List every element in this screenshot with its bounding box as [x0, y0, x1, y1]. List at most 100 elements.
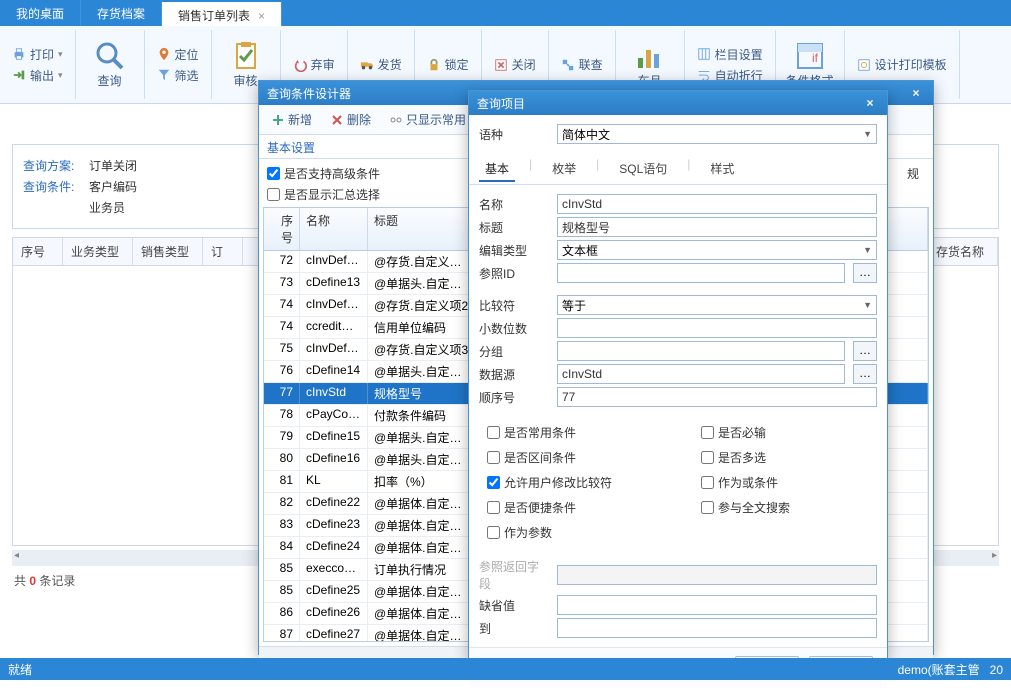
compare-label: 比较符 — [479, 297, 549, 314]
tab-desktop[interactable]: 我的桌面 — [0, 0, 81, 26]
cond-label: 查询条件: — [23, 178, 81, 195]
rule-truncated-label: 规 — [907, 165, 925, 182]
close-button[interactable]: 关闭 — [488, 54, 542, 75]
group-browse-button[interactable]: … — [853, 341, 877, 361]
datasource-browse-button[interactable]: … — [853, 364, 877, 384]
magnifier-icon — [94, 40, 126, 72]
lock-icon — [427, 58, 441, 72]
tab-sales-order-list[interactable]: 销售订单列表× — [162, 0, 282, 26]
advanced-condition-checkbox[interactable] — [267, 167, 280, 180]
tab-basic[interactable]: 基本 — [479, 157, 515, 182]
query-button[interactable]: 查询 — [82, 40, 138, 89]
tab-sql[interactable]: SQL语句 — [613, 157, 673, 182]
decimal-field[interactable] — [557, 318, 877, 338]
tab-style[interactable]: 样式 — [704, 157, 740, 182]
link-icon — [561, 58, 575, 72]
scheme-label: 查询方案: — [23, 157, 81, 174]
col-name[interactable]: 名称 — [300, 208, 368, 250]
to-label: 到 — [479, 620, 549, 637]
common-condition-checkbox[interactable] — [487, 426, 500, 439]
required-checkbox[interactable] — [701, 426, 714, 439]
refid-browse-button[interactable]: … — [853, 263, 877, 283]
print-button[interactable]: 打印▾ — [6, 44, 69, 65]
allow-compare-modify-checkbox[interactable] — [487, 476, 500, 489]
sequence-field[interactable] — [557, 387, 877, 407]
tab-enum[interactable]: 枚举 — [546, 157, 582, 182]
lock-button[interactable]: 锁定 — [421, 54, 475, 75]
fulltext-search-checkbox[interactable] — [701, 501, 714, 514]
plus-icon — [271, 113, 285, 127]
delete-button[interactable]: 删除 — [324, 109, 377, 130]
printer-icon — [12, 47, 26, 61]
show-summary-checkbox[interactable] — [267, 188, 280, 201]
abandon-button[interactable]: 弃审 — [287, 54, 341, 75]
link-query-button[interactable]: 联查 — [555, 54, 609, 75]
status-ready: 就绪 — [8, 661, 32, 678]
design-print-template-button[interactable]: 设计打印模板 — [851, 54, 953, 75]
status-bar: 就绪 demo(账套主管 20 — [0, 658, 1011, 680]
tab-inventory[interactable]: 存货档案 — [81, 0, 162, 26]
output-button[interactable]: 输出▾ — [6, 65, 69, 86]
x-icon — [330, 113, 344, 127]
default-value-label: 缺省值 — [479, 597, 549, 614]
top-tab-bar: 我的桌面 存货档案 销售订单列表× — [0, 0, 1011, 26]
status-user: demo(账套主管 — [898, 663, 980, 677]
close-icon[interactable]: × — [907, 86, 925, 100]
scheme-value[interactable]: 订单关闭 — [89, 157, 159, 174]
export-icon — [12, 68, 26, 82]
group-label: 分组 — [479, 343, 549, 360]
column-settings-button[interactable]: 栏目设置 — [691, 44, 769, 65]
to-field[interactable] — [557, 618, 877, 638]
name-label: 名称 — [479, 196, 549, 213]
or-condition-checkbox[interactable] — [701, 476, 714, 489]
cond-format-icon: if — [794, 40, 826, 72]
language-select[interactable]: 简体中文▼ — [557, 124, 877, 144]
decimal-label: 小数位数 — [479, 320, 549, 337]
close-icon[interactable]: × — [861, 96, 879, 110]
chevron-down-icon: ▼ — [863, 300, 872, 310]
title-field[interactable] — [557, 217, 877, 237]
template-icon — [857, 58, 871, 72]
clipboard-icon — [230, 40, 262, 72]
group-field[interactable] — [557, 341, 845, 361]
close-icon[interactable]: × — [258, 9, 265, 23]
filter-icon — [389, 113, 403, 127]
ref-return-field — [557, 565, 877, 585]
funnel-icon — [157, 68, 171, 82]
chevron-down-icon: ▼ — [863, 245, 872, 255]
chevron-down-icon: ▼ — [863, 129, 872, 139]
cond-value[interactable]: 客户编码 — [89, 178, 159, 195]
default-value-field[interactable] — [557, 595, 877, 615]
refid-label: 参照ID — [479, 265, 549, 282]
show-common-button[interactable]: 只显示常用 — [383, 109, 472, 130]
title-label: 标题 — [479, 219, 549, 236]
bg-th-idx[interactable]: 序号 — [13, 238, 63, 265]
refid-field[interactable] — [557, 263, 845, 283]
locate-icon — [157, 47, 171, 61]
salesperson-value[interactable]: 业务员 — [89, 199, 159, 216]
item-titlebar[interactable]: 查询项目 × — [469, 91, 887, 115]
bg-th-order[interactable]: 订 — [203, 238, 243, 265]
bg-th-invname[interactable]: 存货名称 — [928, 238, 998, 265]
name-field[interactable] — [557, 194, 877, 214]
new-button[interactable]: 新增 — [265, 109, 318, 130]
bg-th-biztype[interactable]: 业务类型 — [63, 238, 133, 265]
bg-th-saletype[interactable]: 销售类型 — [133, 238, 203, 265]
datasource-field[interactable] — [557, 364, 845, 384]
range-condition-checkbox[interactable] — [487, 451, 500, 464]
ship-button[interactable]: 发货 — [354, 54, 408, 75]
item-title: 查询项目 — [477, 95, 525, 112]
query-item-dialog: 查询项目 × 语种 简体中文▼ 基本 | 枚举 | SQL语句 | 样式 名称 … — [468, 90, 888, 660]
compare-select[interactable]: 等于▼ — [557, 295, 877, 315]
filter-button[interactable]: 筛选 — [151, 65, 205, 86]
designer-title: 查询条件设计器 — [267, 85, 351, 102]
col-idx[interactable]: 序号 — [264, 208, 300, 250]
shortcut-condition-checkbox[interactable] — [487, 501, 500, 514]
as-param-checkbox[interactable] — [487, 526, 500, 539]
multi-select-checkbox[interactable] — [701, 451, 714, 464]
locate-button[interactable]: 定位 — [151, 44, 205, 65]
show-summary-label: 是否显示汇总选择 — [284, 186, 380, 203]
edit-type-select[interactable]: 文本框▼ — [557, 240, 877, 260]
columns-icon — [697, 47, 711, 61]
advanced-condition-label: 是否支持高级条件 — [284, 165, 380, 182]
